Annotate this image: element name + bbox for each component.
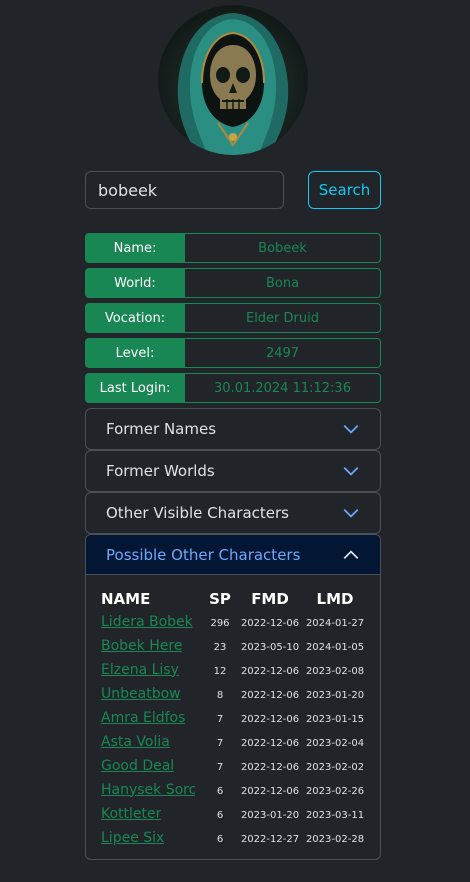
cell-lmd: 2023-03-11	[305, 809, 365, 821]
info-row-vocation: Vocation: Elder Druid	[85, 303, 381, 333]
cell-fmd: 2022-12-06	[240, 617, 300, 629]
cell-lmd: 2023-02-28	[305, 833, 365, 845]
accordion-possible-other-characters: Possible Other Characters NAME SP FMD LM…	[85, 534, 381, 860]
character-link[interactable]: Elzena Lisy	[101, 662, 179, 678]
table-row: Lidera Bobek 296 2022-12-06 2024-01-27	[101, 611, 369, 635]
cell-fmd: 2022-12-06	[240, 737, 300, 749]
cell-fmd: 2022-12-06	[240, 713, 300, 725]
info-value: Elder Druid	[185, 303, 381, 333]
accordion-title: Former Names	[106, 420, 217, 438]
character-link[interactable]: Good Deal	[101, 758, 174, 774]
hooded-skull-icon	[177, 13, 289, 155]
character-link[interactable]: Amra Eldfos	[101, 710, 185, 726]
cell-sp: 6	[216, 785, 224, 797]
character-link[interactable]: Asta Volia	[101, 734, 170, 750]
search-button[interactable]: Search	[308, 171, 381, 209]
table-row: Good Deal 7 2022-12-06 2023-02-02	[101, 755, 369, 779]
cell-sp: 8	[216, 689, 224, 701]
cell-fmd: 2022-12-06	[240, 665, 300, 677]
accordion-other-visible-characters[interactable]: Other Visible Characters	[85, 492, 381, 534]
characters-table: NAME SP FMD LMD Lidera Bobek 296 2022-12…	[101, 587, 369, 851]
cell-fmd: 2022-12-06	[240, 689, 300, 701]
table-row: Unbeatbow 8 2022-12-06 2023-01-20	[101, 683, 369, 707]
accordion-title: Other Visible Characters	[106, 504, 289, 522]
table-row: Hanysek Sorc 6 2022-12-06 2023-02-26	[101, 779, 369, 803]
cell-sp: 7	[216, 737, 224, 749]
info-value: 30.01.2024 11:12:36	[185, 373, 381, 403]
info-row-last-login: Last Login: 30.01.2024 11:12:36	[85, 373, 381, 403]
table-row: Asta Volia 7 2022-12-06 2023-02-04	[101, 731, 369, 755]
info-value: Bona	[185, 268, 381, 298]
table-header-row: NAME SP FMD LMD	[101, 587, 369, 611]
character-link[interactable]: Lidera Bobek	[101, 614, 193, 630]
accordion-former-worlds[interactable]: Former Worlds	[85, 450, 381, 492]
column-header-name: NAME	[101, 590, 151, 608]
accordion-header[interactable]: Possible Other Characters	[86, 535, 380, 575]
column-header-fmd: FMD	[251, 590, 289, 608]
character-link[interactable]: Lipee Six	[101, 830, 164, 846]
cell-fmd: 2023-01-20	[240, 809, 300, 821]
cell-lmd: 2023-02-04	[305, 737, 365, 749]
info-value: 2497	[185, 338, 381, 368]
chevron-down-icon	[343, 425, 359, 434]
info-label: World:	[85, 268, 185, 298]
cell-sp: 296	[210, 617, 230, 629]
avatar	[158, 5, 308, 155]
cell-fmd: 2023-05-10	[240, 641, 300, 653]
column-header-sp: SP	[209, 590, 231, 608]
accordion-title: Possible Other Characters	[106, 545, 301, 564]
cell-fmd: 2022-12-06	[240, 761, 300, 773]
cell-sp: 23	[213, 641, 227, 653]
cell-sp: 7	[216, 713, 224, 725]
info-row-level: Level: 2497	[85, 338, 381, 368]
info-label: Vocation:	[85, 303, 185, 333]
column-header-lmd: LMD	[316, 590, 354, 608]
cell-lmd: 2023-02-26	[305, 785, 365, 797]
cell-sp: 12	[213, 665, 227, 677]
cell-fmd: 2022-12-06	[240, 785, 300, 797]
info-label: Name:	[85, 233, 185, 263]
info-label: Last Login:	[85, 373, 185, 403]
info-row-name: Name: Bobeek	[85, 233, 381, 263]
info-row-world: World: Bona	[85, 268, 381, 298]
cell-lmd: 2024-01-27	[305, 617, 365, 629]
cell-lmd: 2023-02-08	[305, 665, 365, 677]
table-row: Bobek Here 23 2023-05-10 2024-01-05	[101, 635, 369, 659]
character-link[interactable]: Bobek Here	[101, 638, 182, 654]
cell-lmd: 2023-01-15	[305, 713, 365, 725]
accordion-former-names[interactable]: Former Names	[85, 408, 381, 450]
chevron-up-icon	[343, 549, 359, 559]
search-input[interactable]	[85, 171, 284, 209]
info-label: Level:	[85, 338, 185, 368]
cell-sp: 6	[216, 833, 224, 845]
chevron-down-icon	[343, 509, 359, 518]
cell-sp: 6	[216, 809, 224, 821]
cell-fmd: 2022-12-27	[240, 833, 300, 845]
cell-lmd: 2023-01-20	[305, 689, 365, 701]
cell-lmd: 2023-02-02	[305, 761, 365, 773]
cell-sp: 7	[216, 761, 224, 773]
chevron-down-icon	[343, 467, 359, 476]
accordion-title: Former Worlds	[106, 462, 215, 480]
table-row: Lipee Six 6 2022-12-27 2023-02-28	[101, 827, 369, 851]
info-value: Bobeek	[185, 233, 381, 263]
table-row: Amra Eldfos 7 2022-12-06 2023-01-15	[101, 707, 369, 731]
cell-lmd: 2024-01-05	[305, 641, 365, 653]
character-link[interactable]: Unbeatbow	[101, 686, 181, 702]
table-row: Elzena Lisy 12 2022-12-06 2023-02-08	[101, 659, 369, 683]
character-link[interactable]: Hanysek Sorc	[101, 782, 195, 798]
character-link[interactable]: Kottleter	[101, 806, 161, 822]
table-row: Kottleter 6 2023-01-20 2023-03-11	[101, 803, 369, 827]
